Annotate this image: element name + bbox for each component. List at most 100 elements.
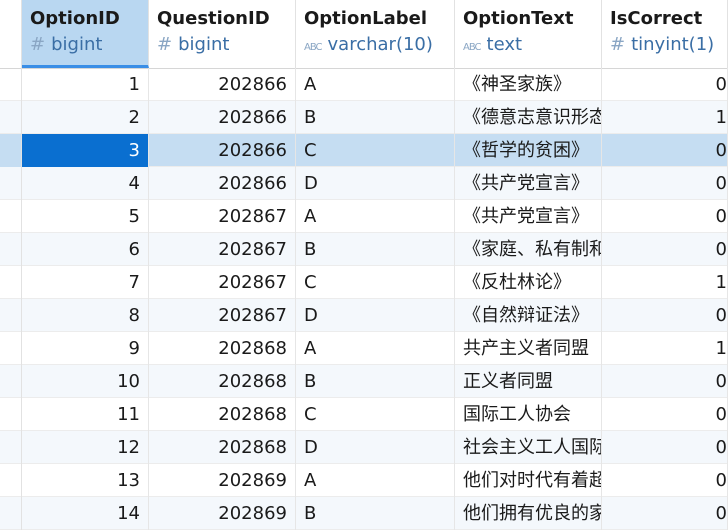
cell-iscorrect[interactable]: 0 [602,233,728,266]
cell-optionid[interactable]: 3 [22,134,149,167]
table-row[interactable]: 10 202868 B 正义者同盟 0 [0,365,728,398]
row-gutter[interactable] [0,365,22,398]
cell-optionlabel[interactable]: D [296,431,455,464]
cell-iscorrect[interactable]: 0 [602,167,728,200]
row-gutter[interactable] [0,431,22,464]
cell-optiontext[interactable]: 《反杜林论》 [455,266,602,299]
cell-questionid[interactable]: 202866 [149,68,296,101]
column-header-iscorrect[interactable]: IsCorrect # tinyint(1) [602,0,728,68]
column-header-optiontext[interactable]: OptionText ABC text [455,0,602,68]
cell-optionlabel[interactable]: A [296,464,455,497]
table-row[interactable]: 6 202867 B 《家庭、私有制和 0 [0,233,728,266]
cell-optiontext[interactable]: 国际工人协会 [455,398,602,431]
cell-questionid[interactable]: 202868 [149,398,296,431]
table-row[interactable]: 4 202866 D 《共产党宣言》 0 [0,167,728,200]
row-gutter[interactable] [0,464,22,497]
cell-optionid[interactable]: 11 [22,398,149,431]
cell-iscorrect[interactable]: 0 [602,431,728,464]
column-header-optionlabel[interactable]: OptionLabel ABC varchar(10) [296,0,455,68]
cell-questionid[interactable]: 202866 [149,134,296,167]
cell-questionid[interactable]: 202868 [149,332,296,365]
cell-optionlabel[interactable]: B [296,101,455,134]
cell-iscorrect[interactable]: 0 [602,299,728,332]
table-row[interactable]: 11 202868 C 国际工人协会 0 [0,398,728,431]
cell-questionid[interactable]: 202869 [149,497,296,530]
cell-iscorrect[interactable]: 0 [602,134,728,167]
cell-questionid[interactable]: 202867 [149,266,296,299]
cell-questionid[interactable]: 202866 [149,167,296,200]
table-row[interactable]: 8 202867 D 《自然辩证法》 0 [0,299,728,332]
cell-iscorrect[interactable]: 0 [602,464,728,497]
cell-optiontext[interactable]: 《哲学的贫困》 [455,134,602,167]
cell-optionid[interactable]: 13 [22,464,149,497]
cell-optionid[interactable]: 4 [22,167,149,200]
table-row[interactable]: 13 202869 A 他们对时代有着超 0 [0,464,728,497]
cell-iscorrect[interactable]: 1 [602,101,728,134]
cell-optiontext[interactable]: 《共产党宣言》 [455,200,602,233]
cell-questionid[interactable]: 202866 [149,101,296,134]
cell-questionid[interactable]: 202868 [149,365,296,398]
cell-iscorrect[interactable]: 1 [602,266,728,299]
column-header-optionid[interactable]: OptionID # bigint [22,0,149,68]
cell-optionlabel[interactable]: D [296,299,455,332]
row-gutter[interactable] [0,101,22,134]
cell-optionid[interactable]: 2 [22,101,149,134]
table-row[interactable]: 14 202869 B 他们拥有优良的家 0 [0,497,728,530]
cell-optionlabel[interactable]: D [296,167,455,200]
row-gutter[interactable] [0,200,22,233]
cell-optiontext[interactable]: 他们对时代有着超 [455,464,602,497]
table-row[interactable]: 1 202866 A 《神圣家族》 0 [0,68,728,101]
cell-optiontext[interactable]: 正义者同盟 [455,365,602,398]
cell-optionlabel[interactable]: C [296,266,455,299]
table-row[interactable]: 2 202866 B 《德意志意识形态 1 [0,101,728,134]
cell-optionlabel[interactable]: A [296,68,455,101]
cell-questionid[interactable]: 202867 [149,299,296,332]
cell-optionid[interactable]: 7 [22,266,149,299]
cell-iscorrect[interactable]: 0 [602,365,728,398]
cell-questionid[interactable]: 202868 [149,431,296,464]
cell-optiontext[interactable]: 《自然辩证法》 [455,299,602,332]
cell-iscorrect[interactable]: 0 [602,497,728,530]
cell-optionlabel[interactable]: C [296,134,455,167]
cell-iscorrect[interactable]: 1 [602,332,728,365]
column-header-questionid[interactable]: QuestionID # bigint [149,0,296,68]
cell-optionlabel[interactable]: B [296,497,455,530]
cell-iscorrect[interactable]: 0 [602,200,728,233]
cell-optionid[interactable]: 10 [22,365,149,398]
row-gutter[interactable] [0,68,22,101]
cell-optiontext[interactable]: 《神圣家族》 [455,68,602,101]
cell-optionid[interactable]: 12 [22,431,149,464]
cell-optionlabel[interactable]: B [296,233,455,266]
table-row[interactable]: 7 202867 C 《反杜林论》 1 [0,266,728,299]
cell-optionid[interactable]: 9 [22,332,149,365]
row-gutter[interactable] [0,299,22,332]
cell-iscorrect[interactable]: 0 [602,68,728,101]
cell-optionid[interactable]: 6 [22,233,149,266]
row-gutter[interactable] [0,233,22,266]
row-gutter[interactable] [0,134,22,167]
row-gutter[interactable] [0,266,22,299]
cell-optionlabel[interactable]: C [296,398,455,431]
cell-optiontext[interactable]: 《德意志意识形态 [455,101,602,134]
cell-optionid[interactable]: 14 [22,497,149,530]
row-gutter[interactable] [0,332,22,365]
cell-optionlabel[interactable]: A [296,200,455,233]
table-row[interactable]: 5 202867 A 《共产党宣言》 0 [0,200,728,233]
cell-optiontext[interactable]: 《共产党宣言》 [455,167,602,200]
cell-questionid[interactable]: 202869 [149,464,296,497]
cell-optiontext[interactable]: 共产主义者同盟 [455,332,602,365]
cell-optionid[interactable]: 5 [22,200,149,233]
cell-optiontext[interactable]: 社会主义工人国际 [455,431,602,464]
cell-optionlabel[interactable]: A [296,332,455,365]
cell-questionid[interactable]: 202867 [149,233,296,266]
cell-iscorrect[interactable]: 0 [602,398,728,431]
cell-optiontext[interactable]: 《家庭、私有制和 [455,233,602,266]
table-row[interactable]: 9 202868 A 共产主义者同盟 1 [0,332,728,365]
row-gutter[interactable] [0,398,22,431]
cell-optionlabel[interactable]: B [296,365,455,398]
table-row[interactable]: 3 202866 C 《哲学的贫困》 0 [0,134,728,167]
cell-questionid[interactable]: 202867 [149,200,296,233]
table-row[interactable]: 12 202868 D 社会主义工人国际 0 [0,431,728,464]
row-gutter[interactable] [0,167,22,200]
cell-optionid[interactable]: 1 [22,68,149,101]
